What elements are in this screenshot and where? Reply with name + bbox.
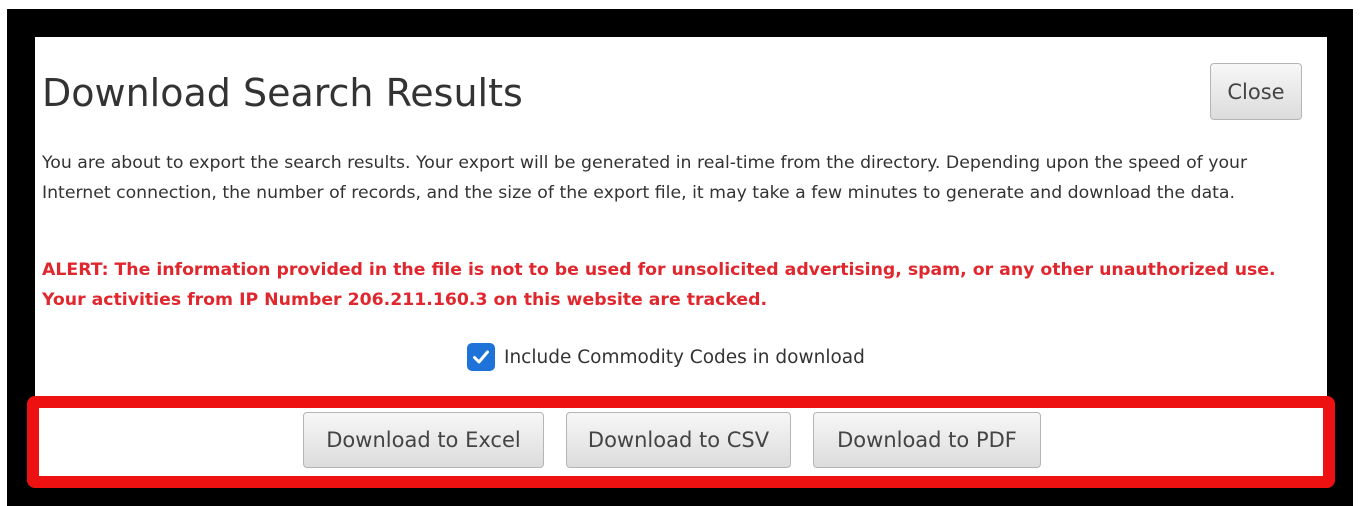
download-pdf-button[interactable]: Download to PDF <box>813 412 1041 468</box>
export-description: You are about to export the search resul… <box>42 153 1248 203</box>
include-commodity-codes-checkbox[interactable] <box>467 343 495 371</box>
dialog-title: Download Search Results <box>42 71 523 115</box>
include-commodity-codes-option: Include Commodity Codes in download <box>467 341 865 373</box>
include-commodity-codes-label[interactable]: Include Commodity Codes in download <box>504 347 865 368</box>
checkmark-icon <box>473 350 489 364</box>
close-button[interactable]: Close <box>1210 63 1302 120</box>
alert-message: ALERT: The information provided in the f… <box>42 260 1276 310</box>
download-csv-button[interactable]: Download to CSV <box>566 412 791 468</box>
download-excel-button[interactable]: Download to Excel <box>303 412 544 468</box>
